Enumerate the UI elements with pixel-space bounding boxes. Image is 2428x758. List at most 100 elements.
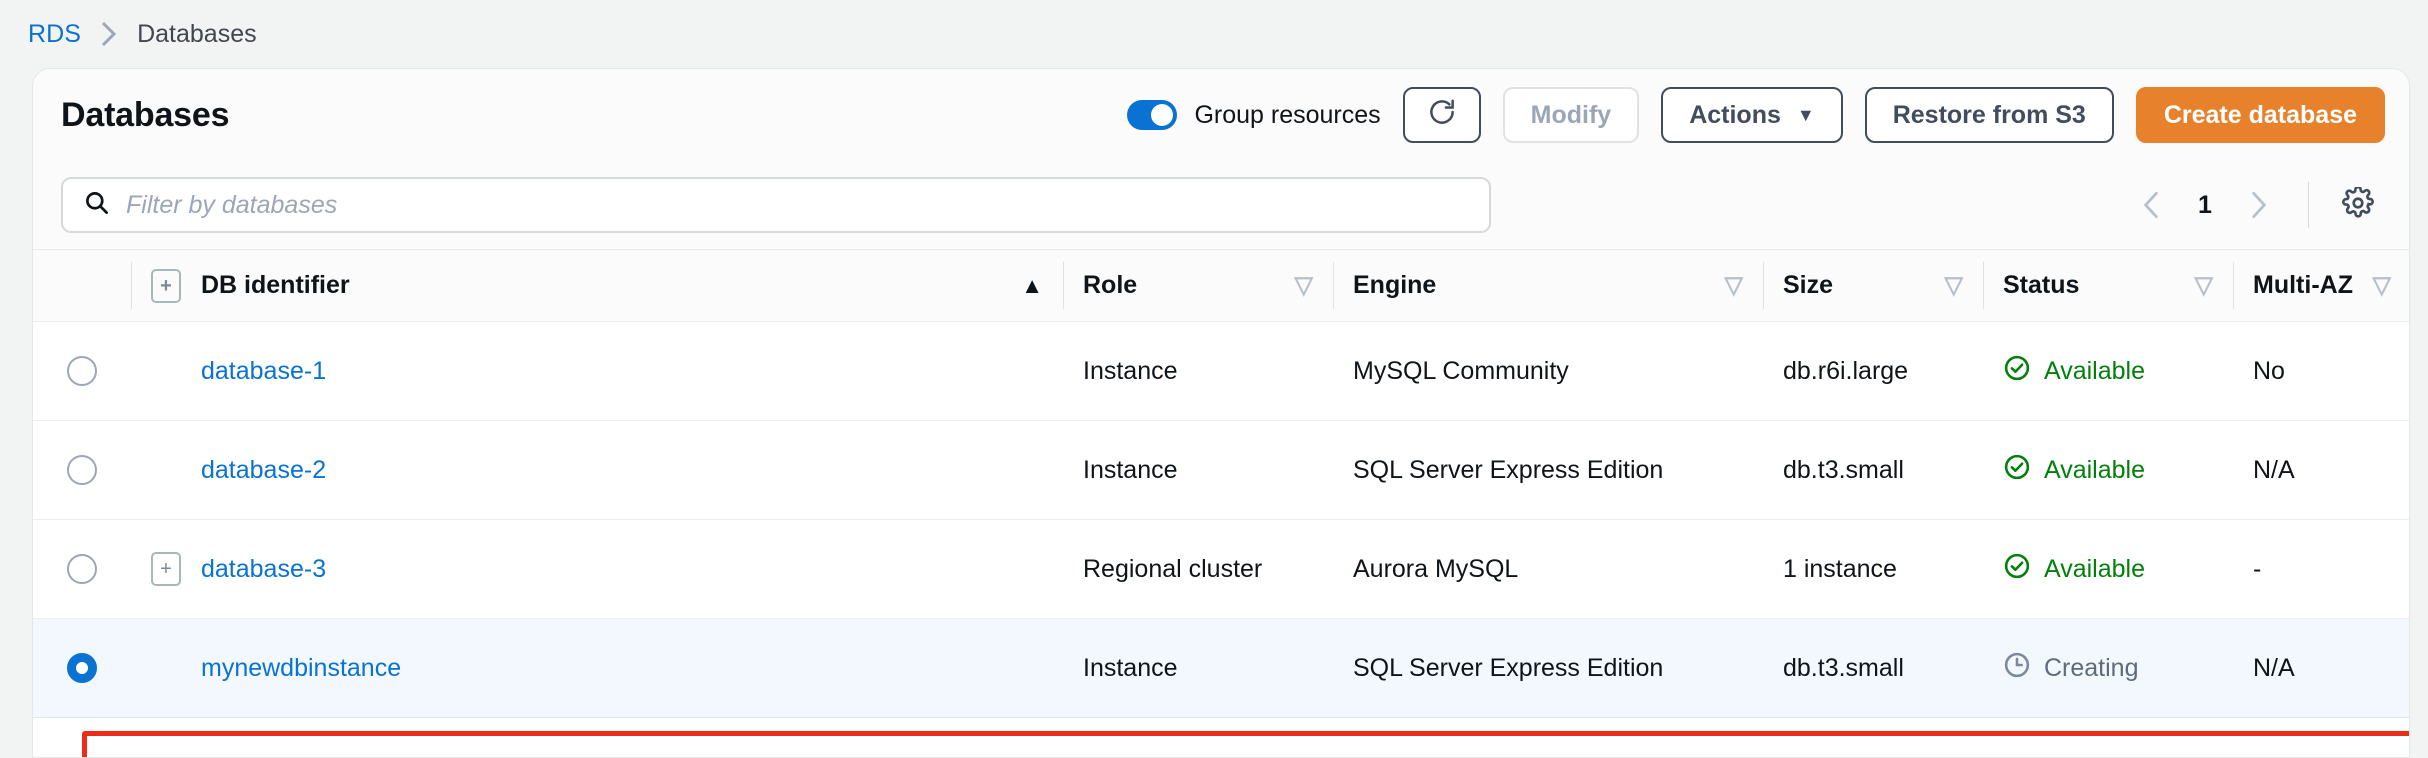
table-row[interactable]: mynewdbinstance InstanceSQL Server Expres…: [33, 619, 2410, 718]
modify-button[interactable]: Modify: [1503, 87, 1640, 143]
row-select-cell[interactable]: [33, 619, 131, 718]
header-selection: [33, 250, 131, 322]
cell-db-identifier: database-1: [131, 322, 1063, 421]
status-label: Available: [2044, 456, 2145, 485]
panel-filter-row: Filter by databases 1: [33, 161, 2409, 249]
search-placeholder: Filter by databases: [126, 191, 337, 220]
group-resources-toggle[interactable]: Group resources: [1127, 100, 1380, 130]
panel-actions: Group resources Modify Actions ▼ Rest: [1127, 87, 2385, 143]
row-select-cell[interactable]: [33, 520, 131, 619]
header-size-label: Size: [1783, 271, 1833, 300]
cell-db-identifier: + database-3: [131, 520, 1063, 619]
header-db-identifier-label: DB identifier: [201, 271, 350, 300]
cell-multi-az: No: [2233, 322, 2410, 421]
header-multi-az[interactable]: Multi-AZ ▽: [2233, 250, 2410, 322]
row-radio-button[interactable]: [67, 554, 97, 584]
gear-icon: [2342, 187, 2374, 224]
panel-header: Databases Group resources Modify: [33, 69, 2409, 249]
search-icon: [83, 189, 110, 221]
cell-multi-az: -: [2233, 520, 2410, 619]
header-role-label: Role: [1083, 271, 1137, 300]
table-header: + DB identifier ▲ Role ▽ Engine ▽: [33, 250, 2410, 322]
cell-status: Available: [1983, 520, 2233, 619]
sort-icon[interactable]: ▽: [1945, 271, 1963, 300]
restore-from-s3-button[interactable]: Restore from S3: [1865, 87, 2114, 143]
header-role[interactable]: Role ▽: [1063, 250, 1333, 322]
check-circle-icon: [2003, 552, 2031, 587]
actions-label: Actions: [1689, 101, 1781, 130]
breadcrumb-link-rds[interactable]: RDS: [28, 20, 81, 49]
table-row[interactable]: database-2InstanceSQL Server Express Edi…: [33, 421, 2410, 520]
row-radio-button[interactable]: [67, 455, 97, 485]
chevron-right-icon: [99, 19, 119, 49]
cell-engine: SQL Server Express Edition: [1333, 619, 1763, 718]
sort-icon[interactable]: ▽: [2195, 271, 2213, 300]
pagination-page-1[interactable]: 1: [2182, 191, 2228, 220]
pagination: 1: [2124, 178, 2385, 232]
refresh-icon: [1427, 97, 1457, 134]
header-db-identifier[interactable]: + DB identifier ▲: [131, 250, 1063, 322]
cell-status: Available: [1983, 421, 2233, 520]
actions-button[interactable]: Actions ▼: [1661, 87, 1843, 143]
db-identifier-link[interactable]: mynewdbinstance: [201, 654, 401, 683]
clock-icon: [2003, 651, 2031, 686]
cell-role: Regional cluster: [1063, 520, 1333, 619]
cell-role: Instance: [1063, 322, 1333, 421]
databases-table: + DB identifier ▲ Role ▽ Engine ▽: [33, 249, 2410, 718]
table-row[interactable]: + database-3 Regional clusterAurora MySQL1…: [33, 520, 2410, 619]
check-circle-icon: [2003, 453, 2031, 488]
expand-row-icon[interactable]: +: [151, 552, 181, 586]
expand-all-icon[interactable]: +: [151, 269, 181, 303]
sort-icon[interactable]: ▽: [1725, 271, 1743, 300]
cell-engine: SQL Server Express Edition: [1333, 421, 1763, 520]
db-identifier-link[interactable]: database-2: [201, 456, 326, 485]
table-row[interactable]: database-1 InstanceMySQL Communitydb.r6i.…: [33, 322, 2410, 421]
table-body: database-1InstanceMySQL Communitydb.r6i.…: [33, 322, 2410, 718]
cell-db-identifier: database-2: [131, 421, 1063, 520]
header-engine[interactable]: Engine ▽: [1333, 250, 1763, 322]
pagination-divider: [2308, 182, 2309, 228]
header-engine-label: Engine: [1353, 271, 1436, 300]
refresh-button[interactable]: [1403, 87, 1481, 143]
header-multi-az-label: Multi-AZ: [2253, 271, 2353, 300]
table-header-row: + DB identifier ▲ Role ▽ Engine ▽: [33, 250, 2410, 322]
cell-db-identifier: mynewdbinstance: [131, 619, 1063, 718]
row-radio-button[interactable]: [67, 356, 97, 386]
cell-size: db.r6i.large: [1763, 322, 1983, 421]
cell-size: db.t3.small: [1763, 619, 1983, 718]
sort-ascending-icon[interactable]: ▲: [1021, 273, 1043, 299]
toggle-knob: [1151, 104, 1173, 126]
check-circle-icon: [2003, 354, 2031, 389]
preferences-button[interactable]: [2331, 178, 2385, 232]
row-select-cell[interactable]: [33, 421, 131, 520]
panel-header-row: Databases Group resources Modify: [33, 69, 2409, 161]
chevron-down-icon: ▼: [1797, 106, 1815, 124]
cell-role: Instance: [1063, 619, 1333, 718]
cell-size: db.t3.small: [1763, 421, 1983, 520]
cell-multi-az: N/A: [2233, 619, 2410, 718]
db-identifier-link[interactable]: database-3: [201, 555, 326, 584]
page-title: Databases: [61, 96, 229, 135]
header-size[interactable]: Size ▽: [1763, 250, 1983, 322]
cell-engine: Aurora MySQL: [1333, 520, 1763, 619]
breadcrumb-current-databases: Databases: [137, 20, 257, 49]
sort-icon[interactable]: ▽: [1295, 271, 1313, 300]
cell-multi-az: N/A: [2233, 421, 2410, 520]
group-resources-label: Group resources: [1194, 101, 1380, 130]
status-label: Available: [2044, 357, 2145, 386]
pagination-next-button[interactable]: [2232, 178, 2286, 232]
cell-engine: MySQL Community: [1333, 322, 1763, 421]
search-input[interactable]: Filter by databases: [61, 177, 1491, 233]
cell-status: Available: [1983, 322, 2233, 421]
cell-size: 1 instance: [1763, 520, 1983, 619]
pagination-previous-button[interactable]: [2124, 178, 2178, 232]
create-database-button[interactable]: Create database: [2136, 87, 2385, 143]
databases-panel: Databases Group resources Modify: [32, 68, 2410, 758]
db-identifier-link[interactable]: database-1: [201, 357, 326, 386]
toggle-switch[interactable]: [1127, 100, 1177, 130]
highlight-annotation-box: [82, 731, 2410, 758]
row-radio-button[interactable]: [67, 653, 97, 683]
sort-icon[interactable]: ▽: [2373, 271, 2391, 300]
header-status[interactable]: Status ▽: [1983, 250, 2233, 322]
row-select-cell[interactable]: [33, 322, 131, 421]
